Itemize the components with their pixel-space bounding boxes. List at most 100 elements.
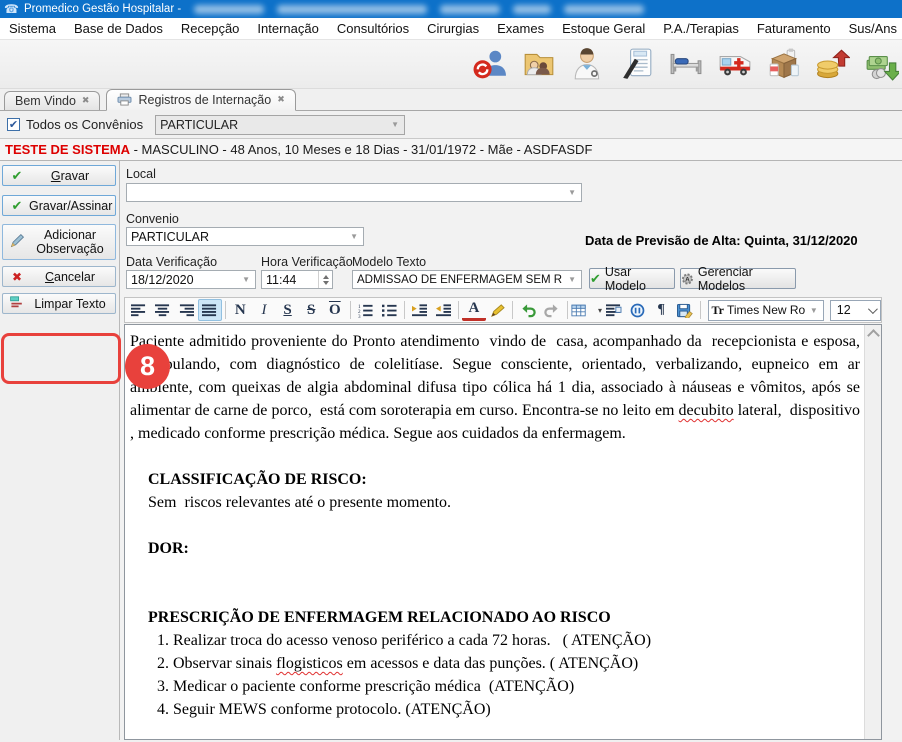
hospital-bed-icon[interactable] <box>668 46 704 82</box>
redacted-text <box>277 5 427 14</box>
align-center-icon[interactable] <box>151 299 175 321</box>
rich-text-editor[interactable]: Paciente admitido proveniente do Pronto … <box>124 324 882 740</box>
usar-modelo-button[interactable]: ✔ Usar Modelo <box>589 268 675 289</box>
menu-item[interactable]: Sistema <box>0 18 65 39</box>
pencil-icon <box>7 232 27 252</box>
main-panel: Local ▼ Convenio PARTICULAR ▼ Data de Pr… <box>120 161 902 740</box>
editor-line: Sem riscos relevantes até o presente mom… <box>130 491 860 514</box>
local-select[interactable]: ▼ <box>126 183 582 202</box>
expense-down-icon[interactable] <box>864 46 900 82</box>
menu-item[interactable]: Recepção <box>172 18 249 39</box>
limpar-texto-button[interactable]: Limpar Texto <box>2 293 116 314</box>
medical-record-icon[interactable] <box>619 46 655 82</box>
font-type-icon: Tr <box>712 303 724 318</box>
tab-bem-vindo[interactable]: Bem Vindo ✖ <box>4 91 100 110</box>
gerenciar-modelos-button[interactable]: A Gerenciar Modelos <box>680 268 796 289</box>
button-label: Gravar/Assinar <box>29 199 112 213</box>
adicionar-observacao-button[interactable]: Adicionar Observação <box>2 224 116 260</box>
revenue-up-icon[interactable] <box>815 46 851 82</box>
numbered-list-icon[interactable]: 123 <box>354 299 378 321</box>
editor-toolbar: N I S S O 123 A ▾ ¶ Tr T <box>124 297 882 323</box>
patient-info-bar: TESTE DE SISTEMA - MASCULINO - 48 Anos, … <box>0 138 902 161</box>
convenio-select[interactable]: PARTICULAR ▼ <box>126 227 364 246</box>
font-family-select[interactable]: Tr Times New Roman ▼ <box>708 300 824 321</box>
cross-icon: ✖ <box>7 270 27 284</box>
menu-item[interactable]: Sus/Ans <box>840 18 902 39</box>
menu-bar: SistemaBase de DadosRecepçãoInternaçãoCo… <box>0 18 902 40</box>
data-verificacao-label: Data Verificação <box>126 255 217 269</box>
editor-line: CLASSIFICAÇÃO DE RISCO: <box>130 468 860 491</box>
close-icon[interactable]: ✖ <box>277 94 285 105</box>
button-label: Gerenciar Modelos <box>698 265 795 293</box>
editor-scrollbar[interactable] <box>864 325 881 739</box>
tab-label: Bem Vindo <box>15 94 76 108</box>
todos-convenios-checkbox[interactable]: ✔ <box>7 118 20 131</box>
gravar-button[interactable]: ✔ Gravar <box>2 165 116 186</box>
menu-item[interactable]: Internação <box>248 18 327 39</box>
font-family-value: Times New Roman <box>727 303 805 317</box>
bullet-list-icon[interactable] <box>377 299 401 321</box>
spinner-down-icon[interactable] <box>323 281 329 285</box>
check-icon: ✔ <box>7 198 27 214</box>
button-label: Limpar Texto <box>29 297 111 311</box>
undo-icon[interactable] <box>516 299 540 321</box>
menu-item[interactable]: P.A./Terapias <box>654 18 748 39</box>
close-icon[interactable]: ✖ <box>82 95 90 106</box>
font-size-select[interactable]: 12 <box>830 300 881 321</box>
pharmacy-stock-icon[interactable] <box>766 46 802 82</box>
data-verificacao-select[interactable]: 18/12/2020 ▼ <box>126 270 256 289</box>
highlight-icon[interactable] <box>486 299 510 321</box>
redacted-text <box>440 5 500 14</box>
italic-icon[interactable]: I <box>252 299 276 321</box>
underline-icon[interactable]: S <box>276 299 300 321</box>
bold-icon[interactable]: N <box>229 299 253 321</box>
menu-item[interactable]: Exames <box>488 18 553 39</box>
align-left-icon[interactable] <box>127 299 151 321</box>
hora-verificacao-input[interactable]: 11:44 <box>261 270 333 289</box>
hora-verificacao-value: 11:44 <box>266 273 296 287</box>
action-sidebar: ✔ Gravar ✔ Gravar/Assinar Adicionar Obse… <box>0 161 120 740</box>
editor-line: 1. Realizar troca do acesso venoso perif… <box>130 629 860 652</box>
convenio-filter-select[interactable]: PARTICULAR ▼ <box>155 115 405 135</box>
menu-item[interactable]: Consultórios <box>328 18 418 39</box>
tab-registros-internacao[interactable]: Registros de Internação ✖ <box>106 89 295 111</box>
editor-line: 3. Medicar o paciente conforme prescriçã… <box>130 675 860 698</box>
font-size-value: 12 <box>837 303 851 317</box>
insert-table-icon[interactable]: ▾ <box>571 299 603 321</box>
menu-item[interactable]: Faturamento <box>748 18 840 39</box>
tab-label: Registros de Internação <box>138 93 271 107</box>
indent-increase-icon[interactable] <box>408 299 432 321</box>
font-color-icon[interactable]: A <box>462 299 486 321</box>
indent-decrease-icon[interactable] <box>431 299 455 321</box>
redo-icon[interactable] <box>540 299 564 321</box>
redacted-text <box>564 5 644 14</box>
editor-line: Paciente admitido proveniente do Pronto … <box>130 330 860 445</box>
menu-item[interactable]: Base de Dados <box>65 18 172 39</box>
spinner-up-icon[interactable] <box>323 275 329 279</box>
gravar-assinar-button[interactable]: ✔ Gravar/Assinar <box>2 195 116 216</box>
pilcrow-icon[interactable]: ¶ <box>649 299 673 321</box>
modelo-texto-select[interactable]: ADMISSÃO DE ENFERMAGEM SEM RISCOS ▼ <box>352 270 582 289</box>
align-right-icon[interactable] <box>174 299 198 321</box>
editor-content[interactable]: Paciente admitido proveniente do Pronto … <box>125 325 864 739</box>
doctor-icon[interactable] <box>570 46 606 82</box>
sync-users-icon[interactable] <box>472 46 508 82</box>
misspelled-word: flogisticos <box>276 655 343 672</box>
patients-folder-icon[interactable] <box>521 46 557 82</box>
editor-line <box>130 721 860 739</box>
ambulance-icon[interactable] <box>717 46 753 82</box>
menu-item[interactable]: Cirurgias <box>418 18 488 39</box>
overline-icon[interactable]: O <box>323 299 347 321</box>
eraser-icon <box>7 294 27 313</box>
paragraph-format-icon[interactable] <box>602 299 626 321</box>
scroll-up-icon[interactable] <box>869 329 877 337</box>
special-symbol-icon[interactable] <box>626 299 650 321</box>
menu-item[interactable]: Estoque Geral <box>553 18 654 39</box>
cancelar-button[interactable]: ✖ Cancelar <box>2 266 116 287</box>
hora-verificacao-label: Hora Verificação <box>261 255 353 269</box>
time-spinner[interactable] <box>318 271 332 288</box>
annotation-step-badge: 8 <box>125 344 170 389</box>
save-text-icon[interactable] <box>673 299 697 321</box>
strikethrough-icon[interactable]: S <box>299 299 323 321</box>
align-justify-icon[interactable] <box>198 299 222 321</box>
